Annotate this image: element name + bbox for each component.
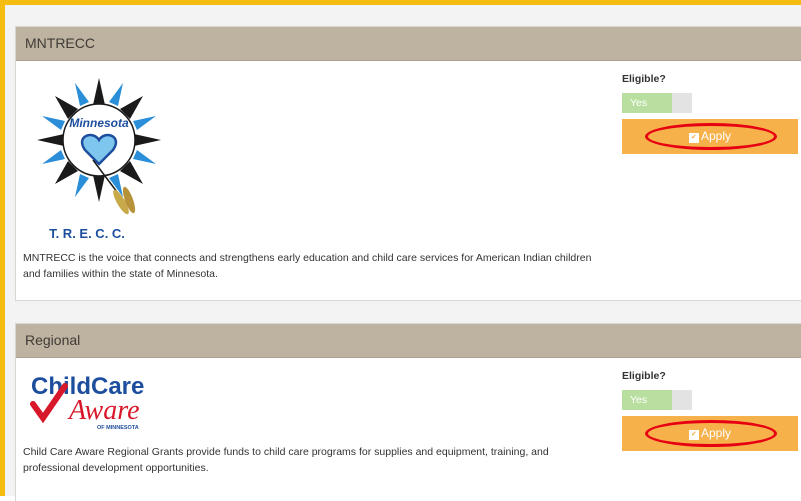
childcare-aware-logo: ChildCare Aware OF MINNESOTA [30, 373, 144, 431]
grant-panel-mntrecc: MNTRECC Minnesota T. R. E. C. C. MNTRECC… [15, 26, 801, 301]
mntrecc-logo: Minnesota T. R. E. C. C. [37, 78, 161, 241]
logo-text-aware: Aware [67, 395, 140, 426]
eligible-toggle-yes: Yes [622, 93, 672, 113]
eligible-label: Eligible? [622, 73, 666, 85]
apply-label: Apply [700, 426, 732, 440]
eligibility-column: Eligible? Yes ✔ Apply [622, 71, 798, 154]
eligible-toggle-off-part [672, 390, 692, 410]
eligibility-column: Eligible? Yes ✔ Apply [622, 368, 798, 451]
logo-text-of-minnesota: OF MINNESOTA [97, 425, 139, 431]
logo-text-minnesota: Minnesota [69, 116, 129, 130]
eligible-toggle-yes: Yes [622, 390, 672, 410]
highlight-frame: MNTRECC Minnesota T. R. E. C. C. MNTRECC… [0, 0, 801, 501]
apply-button[interactable]: ✔ Apply [622, 416, 798, 451]
check-square-icon: ✔ [688, 430, 699, 440]
eligible-toggle-off-part [672, 93, 692, 113]
apply-button[interactable]: ✔ Apply [622, 119, 798, 154]
grant-description: Child Care Aware Regional Grants provide… [23, 446, 549, 474]
eligible-toggle[interactable]: Yes [622, 93, 692, 113]
grant-panel-regional: Regional ChildCare Aware OF MINNESOTA Ch… [15, 323, 801, 501]
eligible-toggle[interactable]: Yes [622, 390, 692, 410]
eligible-label: Eligible? [622, 370, 666, 382]
check-square-icon: ✔ [688, 133, 699, 143]
grant-description: MNTRECC is the voice that connects and s… [23, 252, 592, 280]
apply-label: Apply [700, 129, 732, 143]
panel-heading: MNTRECC [16, 27, 801, 61]
logo-text-trecc: T. R. E. C. C. [49, 226, 125, 241]
panel-heading: Regional [16, 324, 801, 358]
